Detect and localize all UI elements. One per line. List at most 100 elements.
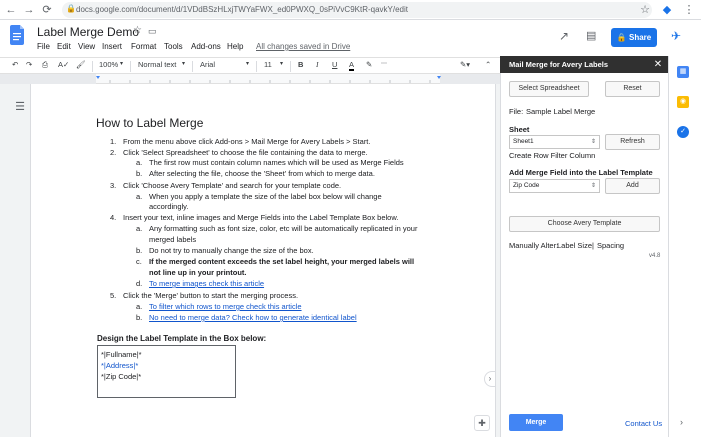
underline-icon[interactable]: U (332, 60, 337, 69)
star-icon[interactable]: ☆ (638, 3, 652, 17)
menu-file[interactable]: File (37, 42, 50, 51)
menu-add-ons[interactable]: Add-ons (191, 42, 221, 51)
choose-avery-template-button[interactable]: Choose Avery Template (509, 216, 660, 232)
merge-field-select[interactable]: Zip Code ⇕ (509, 179, 600, 193)
expand-panel-icon[interactable]: › (680, 417, 683, 427)
account-icon[interactable]: ✈ (671, 29, 681, 43)
paint-format-icon[interactable]: 🖌 (76, 60, 86, 69)
browser-menu-icon[interactable]: ⋮ (682, 3, 696, 17)
font-select[interactable]: Arial (200, 60, 215, 69)
sheet-select[interactable]: Sheet1 ⇕ (509, 135, 600, 149)
step-text[interactable]: Click 'Select Spreadsheet' to choose the… (123, 148, 368, 158)
toolbar-divider (192, 61, 193, 72)
step-number: a. (136, 192, 143, 201)
undo-icon[interactable]: ↶ (12, 60, 18, 69)
document-title[interactable]: Label Merge Demo (37, 25, 139, 39)
spellcheck-icon[interactable]: A✓ (58, 60, 69, 69)
step-number: a. (136, 224, 143, 233)
step-text[interactable]: Click 'Choose Avery Template' and search… (123, 181, 341, 191)
step-number: b. (136, 169, 143, 178)
select-spreadsheet-button[interactable]: Select Spreadsheet (509, 81, 589, 97)
manually-alter-label: Manually Alter: (509, 241, 559, 250)
select-caret-icon: ⇕ (590, 183, 596, 189)
version-label: v4.8 (649, 253, 661, 259)
step-text[interactable]: accordingly. (149, 202, 188, 212)
step-text[interactable]: Any formatting such as font size, color,… (149, 224, 417, 234)
step-text[interactable]: From the menu above click Add-ons > Mail… (123, 137, 370, 147)
menu-view[interactable]: View (78, 42, 95, 51)
bold-icon[interactable]: B (298, 60, 303, 69)
editing-mode-icon[interactable]: ✎▾ (460, 60, 470, 69)
style-select[interactable]: Normal text (138, 60, 176, 69)
share-button[interactable]: 🔒 Share (611, 28, 657, 47)
file-name-link[interactable]: Sample Label Merge (526, 107, 595, 116)
merge-button[interactable]: Merge (509, 414, 563, 431)
menu-format[interactable]: Format (131, 42, 156, 51)
tasks-icon[interactable]: ✓ (677, 126, 689, 138)
document-outline-icon[interactable]: ☰ (13, 100, 27, 114)
highlight-icon[interactable]: ✎ (366, 60, 372, 69)
label-template-box[interactable]: *|Fullname|* *|Address|* *|Zip Code|* (97, 345, 236, 398)
menu-insert[interactable]: Insert (102, 42, 122, 51)
document-heading[interactable]: How to Label Merge (96, 116, 203, 130)
print-icon[interactable]: ⎙ (42, 60, 48, 70)
step-text[interactable]: After selecting the file, choose the 'Sh… (149, 169, 375, 179)
add-field-button[interactable]: Add (605, 178, 660, 194)
zoom-chevron-icon: ▾ (120, 61, 124, 67)
comments-icon[interactable]: ▤ (586, 29, 596, 42)
star-doc-icon[interactable]: ☆ (133, 25, 142, 36)
extension-icon[interactable]: ◆ (660, 3, 674, 17)
size-chevron-icon: ▾ (280, 61, 284, 67)
spacing-link[interactable]: Spacing (597, 241, 624, 250)
back-icon[interactable]: ← (4, 3, 18, 17)
save-status[interactable]: All changes saved in Drive (256, 42, 350, 51)
font-size-select[interactable]: 11 (264, 60, 272, 69)
explore-icon[interactable]: ✚ (474, 415, 490, 431)
reload-icon[interactable]: ⟳ (40, 3, 54, 17)
toolbar-divider (256, 61, 257, 72)
select-caret-icon: ⇕ (590, 139, 596, 145)
collapse-toolbar-icon[interactable]: ⌃ (485, 60, 491, 69)
redo-icon[interactable]: ↷ (26, 60, 32, 69)
step-text[interactable]: merged labels (149, 235, 196, 245)
italic-icon[interactable]: I (316, 60, 319, 69)
toolbar-divider (290, 61, 291, 72)
menu-help[interactable]: Help (227, 42, 243, 51)
more-chevron-icon[interactable]: ⋯ (381, 60, 387, 67)
zoom-select[interactable]: 100% (99, 60, 118, 69)
calendar-icon[interactable]: ▦ (677, 66, 689, 78)
forward-icon[interactable]: → (22, 3, 36, 17)
menu-tools[interactable]: Tools (164, 42, 183, 51)
step-text[interactable]: Insert your text, inline images and Merg… (123, 213, 398, 223)
label-size-link[interactable]: Label Size (557, 241, 592, 250)
address-bar[interactable]: 🔒 docs.google.com/document/d/1VDdBSzHLxj… (62, 2, 652, 18)
text-color-icon[interactable]: A (349, 60, 355, 71)
contact-us-link[interactable]: Contact Us (625, 419, 662, 428)
keep-icon[interactable]: ◉ (677, 96, 689, 108)
docs-logo-icon[interactable] (10, 25, 24, 45)
step-number: 2. (110, 148, 117, 157)
template-field-fullname[interactable]: *|Fullname|* (101, 350, 142, 360)
activity-icon[interactable]: ↗ (559, 29, 569, 43)
step-text-bold[interactable]: not line up in your printout. (149, 268, 247, 278)
create-row-filter-link[interactable]: Create Row Filter Column (509, 151, 595, 160)
template-heading[interactable]: Design the Label Template in the Box bel… (97, 334, 266, 343)
close-icon[interactable]: ✕ (652, 56, 664, 73)
ruler[interactable] (0, 74, 500, 84)
step-text[interactable]: The first row must contain column names … (149, 158, 404, 168)
step-text[interactable]: When you apply a template the size of th… (149, 192, 382, 202)
identical-label-link[interactable]: No need to merge data? Check how to gene… (149, 313, 357, 323)
step-text[interactable]: Do not try to manually change the size o… (149, 246, 314, 256)
merge-images-link[interactable]: To merge images check this article (149, 279, 264, 289)
template-field-zip[interactable]: *|Zip Code|* (101, 372, 141, 382)
refresh-button[interactable]: Refresh (605, 134, 660, 150)
step-text-bold[interactable]: If the merged content exceeds the set la… (149, 257, 414, 267)
reset-button[interactable]: Reset (605, 81, 660, 97)
step-number: 4. (110, 213, 117, 222)
move-folder-icon[interactable]: ▭ (148, 26, 157, 37)
filter-rows-link[interactable]: To filter which rows to merge check this… (149, 302, 302, 312)
step-text[interactable]: Click the 'Merge' button to start the me… (123, 291, 298, 301)
collapse-sidebar-icon[interactable]: › (484, 371, 496, 387)
menu-edit[interactable]: Edit (57, 42, 71, 51)
template-field-address[interactable]: *|Address|* (101, 361, 138, 371)
